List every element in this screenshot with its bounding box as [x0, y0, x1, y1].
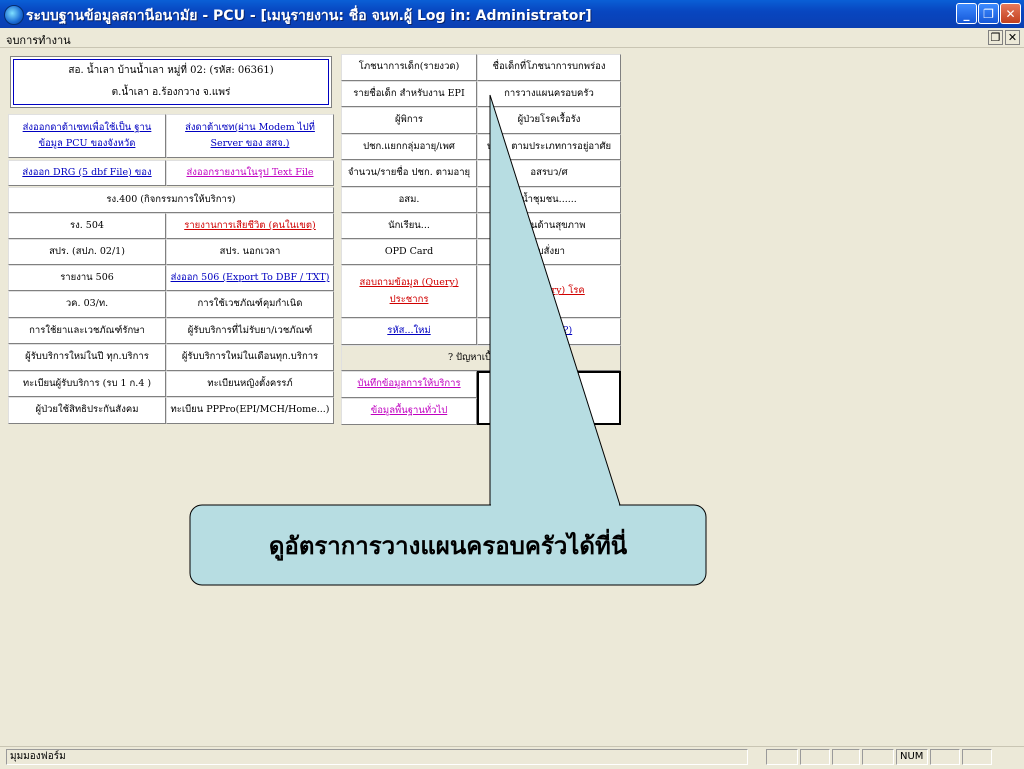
status-num: NUM — [896, 749, 928, 765]
callout-text: ดูอัตราการวางแผนครอบครัวได้ที่นี่ — [268, 531, 628, 560]
status-panel — [832, 749, 860, 765]
status-bar: มุมมองฟอร์ม NUM — [0, 746, 1024, 769]
status-view-mode: มุมมองฟอร์ม — [6, 749, 748, 765]
callout-pointer — [189, 94, 707, 586]
status-panel — [930, 749, 960, 765]
status-panel — [862, 749, 894, 765]
status-panel — [962, 749, 992, 765]
status-panel — [800, 749, 830, 765]
status-panel — [766, 749, 798, 765]
